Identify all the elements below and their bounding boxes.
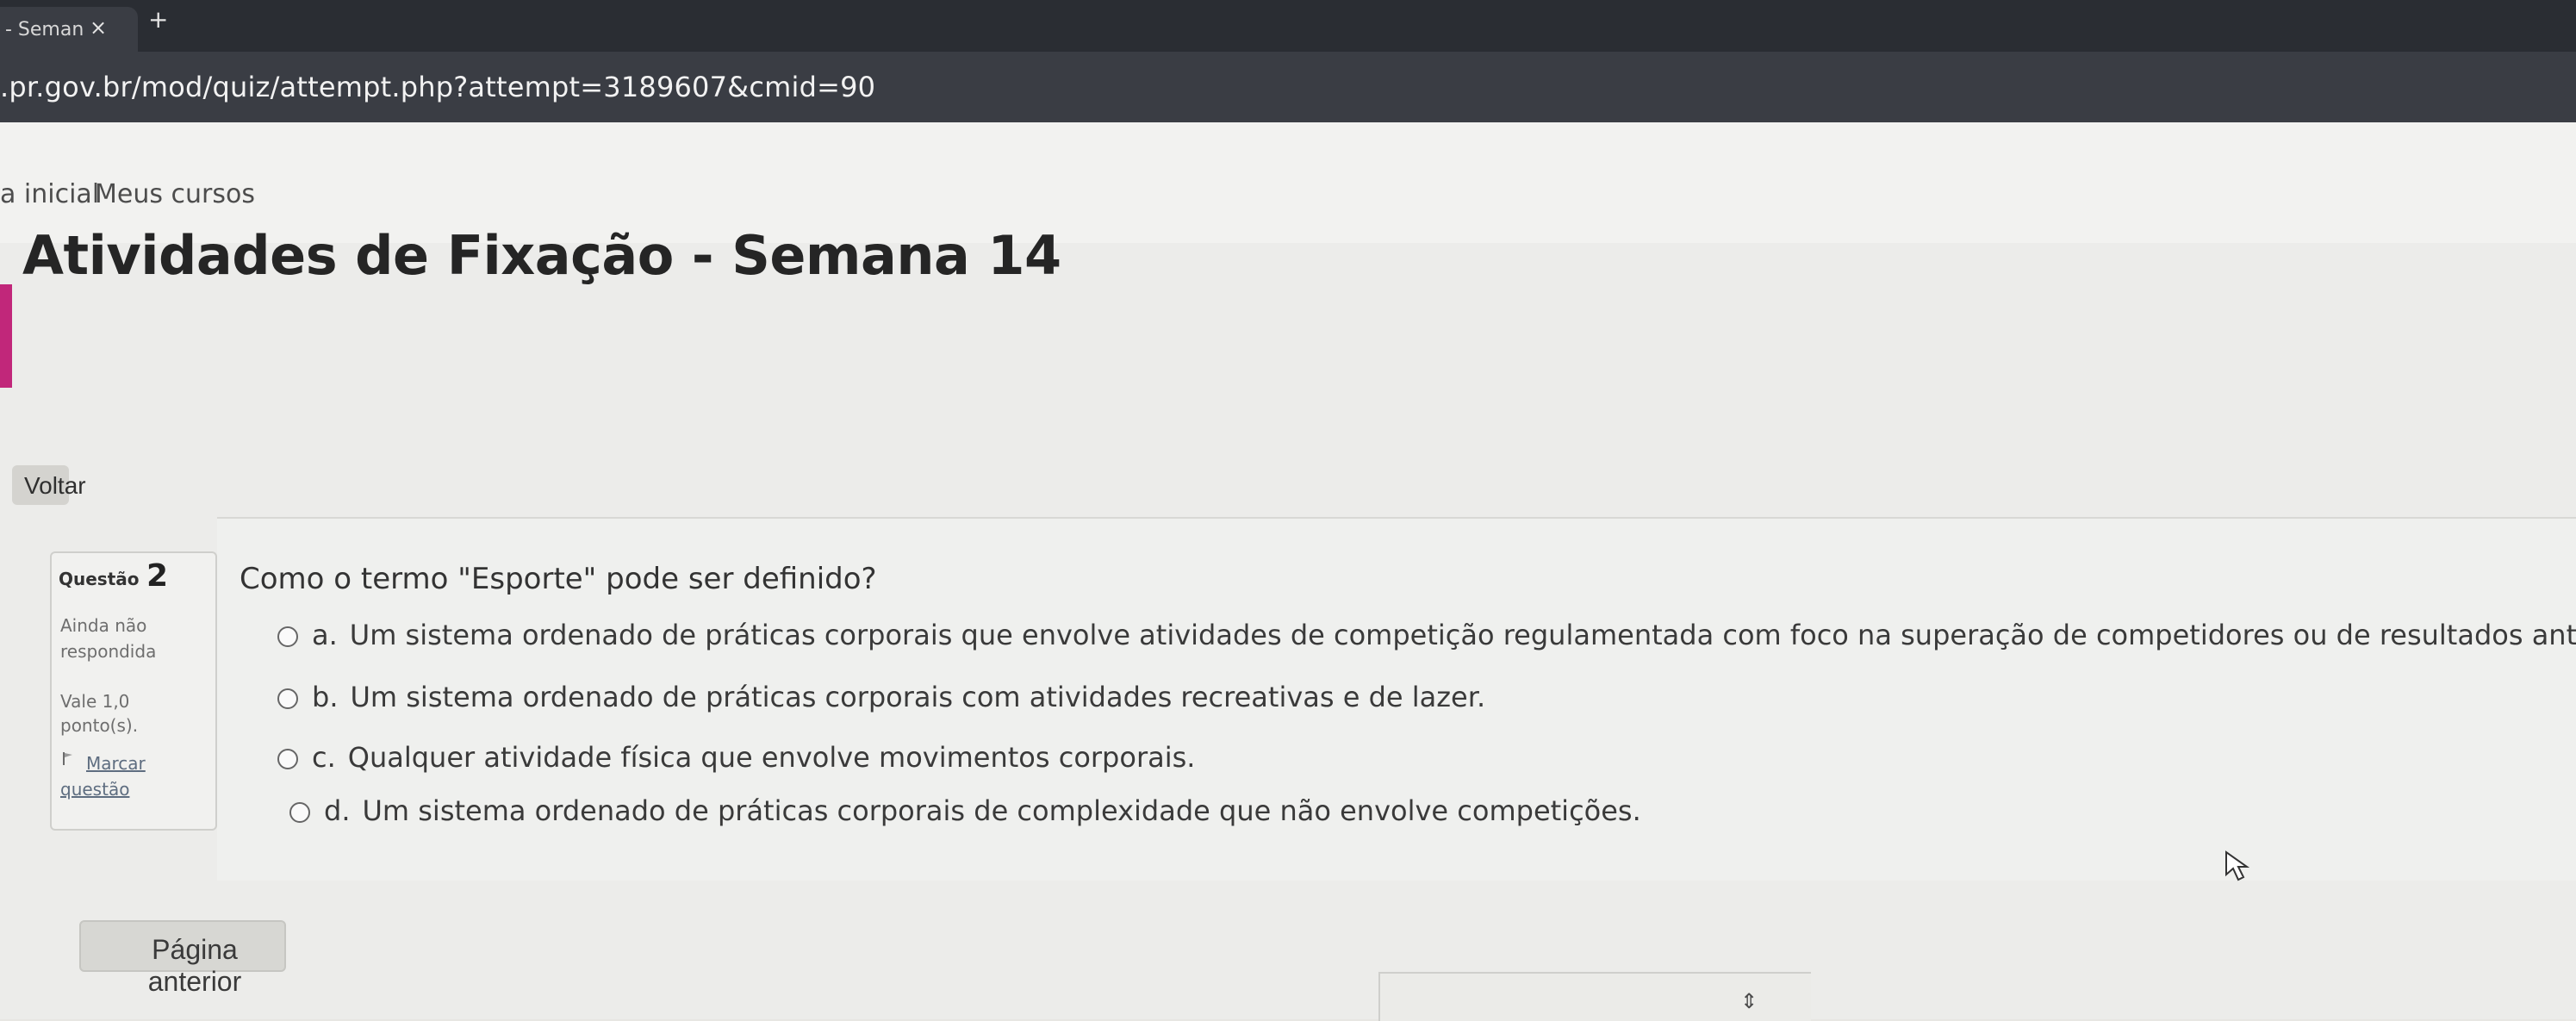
question-grade: Vale 1,0 bbox=[60, 691, 130, 712]
new-tab-icon[interactable]: + bbox=[148, 5, 168, 34]
nav-link-my-courses[interactable]: Meus cursos bbox=[95, 179, 255, 209]
flag-question-link[interactable]: Marcar bbox=[86, 753, 146, 774]
option-text: Um sistema ordenado de práticas corporai… bbox=[349, 619, 2576, 651]
answer-option-d[interactable]: d. Um sistema ordenado de práticas corpor… bbox=[289, 794, 1641, 827]
question-info-box: Questão 2 Ainda não respondida Vale 1,0 … bbox=[50, 551, 217, 831]
radio-a[interactable] bbox=[277, 626, 298, 647]
question-grade-unit: ponto(s). bbox=[60, 715, 139, 736]
option-text: Qualquer atividade física que envolve mo… bbox=[347, 741, 1196, 774]
radio-d[interactable] bbox=[289, 802, 310, 823]
url-text[interactable]: .pr.gov.br/mod/quiz/attempt.php?attempt=… bbox=[0, 71, 875, 103]
question-text: Como o termo "Esporte" pode ser definido… bbox=[240, 562, 877, 596]
question-number: 2 bbox=[146, 558, 169, 594]
nav-link-home[interactable]: a inicial bbox=[0, 179, 99, 209]
previous-page-button[interactable]: Página anterior bbox=[79, 920, 286, 997]
option-text: Um sistema ordenado de práticas corporai… bbox=[362, 794, 1641, 827]
question-label: Questão bbox=[59, 569, 140, 589]
answer-option-b[interactable]: b. Um sistema ordenado de práticas corpor… bbox=[277, 681, 1485, 713]
radio-c[interactable] bbox=[277, 749, 298, 769]
back-button-label: Voltar bbox=[24, 472, 86, 499]
tab-title: - Seman bbox=[5, 19, 84, 40]
scroll-arrows-icon[interactable]: ⇕ bbox=[1740, 989, 1758, 1013]
option-letter: d. bbox=[324, 794, 351, 827]
tab-close-icon[interactable]: × bbox=[90, 16, 107, 40]
option-letter: b. bbox=[312, 681, 339, 713]
option-text: Um sistema ordenado de práticas corporai… bbox=[350, 681, 1486, 713]
page-title: Atividades de Fixação - Semana 14 bbox=[22, 224, 1061, 287]
browser-tab[interactable]: - Seman × bbox=[0, 7, 138, 52]
option-letter: a. bbox=[312, 619, 338, 651]
mouse-cursor-icon bbox=[2225, 850, 2250, 881]
answer-option-a[interactable]: a. Um sistema ordenado de práticas corpor… bbox=[277, 619, 2576, 651]
title-accent-bar bbox=[0, 284, 12, 388]
back-button[interactable]: Voltar bbox=[12, 465, 86, 505]
option-letter: c. bbox=[312, 741, 336, 774]
address-bar[interactable]: .pr.gov.br/mod/quiz/attempt.php?attempt=… bbox=[0, 52, 2576, 122]
radio-b[interactable] bbox=[277, 688, 298, 709]
answer-option-c[interactable]: c. Qualquer atividade física que envolve … bbox=[277, 741, 1195, 774]
flag-icon[interactable] bbox=[62, 751, 74, 765]
previous-page-label: Página anterior bbox=[147, 934, 242, 997]
flag-question-link-continued[interactable]: questão bbox=[60, 779, 129, 800]
browser-titlebar: - Seman × + bbox=[0, 0, 2576, 52]
question-state: Ainda não bbox=[60, 615, 147, 636]
question-state-continued: respondida bbox=[60, 641, 157, 662]
